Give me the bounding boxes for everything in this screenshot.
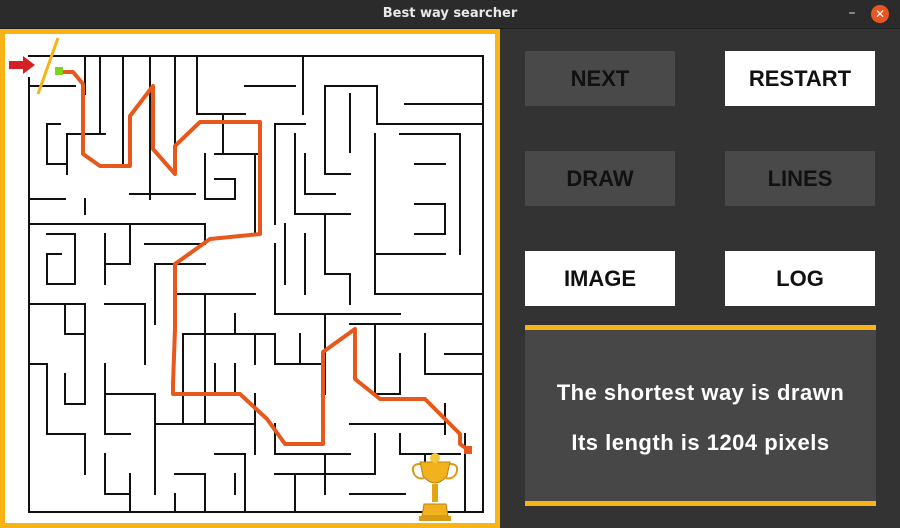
result-message: The shortest way is drawn	[556, 380, 845, 405]
path-length-message: Its length is 1204 pixels	[571, 430, 830, 455]
start-marker-icon	[55, 67, 63, 75]
close-button[interactable]: ✕	[871, 5, 889, 23]
red-arrow-icon	[9, 56, 35, 74]
app-window: Best way searcher – ✕ NEXT RESTART DRAW …	[0, 0, 900, 528]
maze-frame	[0, 29, 500, 528]
maze-walls	[28, 55, 484, 513]
trophy-icon	[411, 453, 459, 521]
title-bar[interactable]: Best way searcher – ✕	[0, 0, 900, 29]
maze-canvas[interactable]	[5, 34, 495, 523]
restart-button[interactable]: RESTART	[725, 51, 875, 106]
log-button[interactable]: LOG	[725, 251, 875, 306]
image-button[interactable]: IMAGE	[525, 251, 675, 306]
end-marker-icon	[464, 446, 472, 454]
maze-drawing	[9, 37, 484, 521]
window-title: Best way searcher	[382, 6, 518, 21]
next-button[interactable]: NEXT	[525, 51, 675, 106]
minimize-button[interactable]: –	[844, 6, 860, 22]
shortest-path-line	[58, 70, 469, 451]
draw-button[interactable]: DRAW	[525, 151, 675, 206]
lines-button[interactable]: LINES	[725, 151, 875, 206]
result-panel: The shortest way is drawn Its length is …	[525, 325, 876, 506]
